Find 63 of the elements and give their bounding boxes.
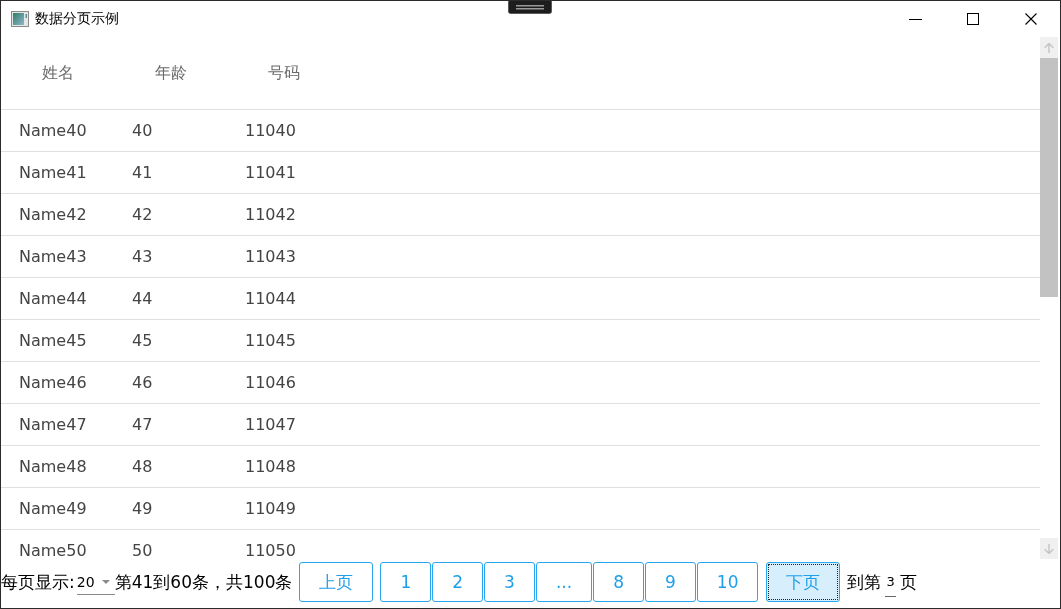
record-summary: 第41到60条，共100条 — [114, 571, 293, 593]
minimize-icon — [908, 18, 922, 20]
arrow-up-icon — [1044, 42, 1054, 53]
page-suffix-label: 页 — [899, 571, 917, 593]
page-number-button[interactable]: 8 — [593, 562, 644, 602]
maximize-icon — [967, 13, 979, 25]
page-number-button[interactable]: 2 — [432, 562, 484, 602]
age-cell: 49 — [132, 500, 153, 517]
number-cell: 11041 — [245, 164, 296, 181]
caret-icon — [101, 579, 110, 584]
handle-icon[interactable] — [508, 1, 552, 14]
page-number-button[interactable]: 10 — [696, 562, 759, 602]
scroll-up-button[interactable] — [1040, 37, 1058, 58]
name-cell: Name41 — [19, 164, 87, 181]
name-cell: Name40 — [19, 122, 87, 139]
number-cell: 11043 — [245, 248, 296, 265]
page-number-field[interactable]: 3 — [885, 567, 896, 597]
arrow-down-icon — [1044, 543, 1054, 554]
number-cell: 11048 — [245, 458, 296, 475]
close-icon — [1025, 13, 1037, 25]
column-header[interactable]: 姓名 — [41, 65, 74, 81]
page-number-button[interactable]: 3 — [484, 562, 535, 602]
scroll-down-button[interactable] — [1040, 538, 1058, 559]
age-cell: 46 — [132, 374, 153, 391]
number-cell: 11045 — [245, 332, 296, 349]
age-cell: 43 — [132, 248, 153, 265]
age-cell: 40 — [132, 122, 153, 139]
name-cell: Name48 — [19, 458, 87, 475]
page-number-button[interactable]: 1 — [380, 562, 432, 602]
app-window-icon — [11, 11, 29, 27]
number-cell: 11047 — [245, 416, 296, 433]
page-nav-button[interactable]: 上页 — [299, 562, 374, 602]
number-cell: 11050 — [245, 542, 296, 559]
name-cell: Name49 — [19, 500, 87, 517]
goto-label: 到第 — [847, 571, 882, 593]
window-title: 数据分页示例 — [35, 10, 119, 28]
name-cell: Name47 — [19, 416, 87, 433]
page-size-label: 每页显示: — [1, 571, 75, 593]
number-cell: 11044 — [245, 290, 296, 307]
age-cell: 50 — [132, 542, 153, 559]
name-cell: Name50 — [19, 542, 87, 559]
age-cell: 48 — [132, 458, 153, 475]
name-cell: Name46 — [19, 374, 87, 391]
more-pages-button[interactable]: ... — [535, 562, 593, 602]
name-cell: Name43 — [19, 248, 87, 265]
age-cell: 41 — [132, 164, 153, 181]
page-nav-button[interactable]: 下页 — [766, 562, 841, 602]
column-header[interactable]: 号码 — [267, 65, 300, 81]
number-cell: 11049 — [245, 500, 296, 517]
age-cell: 45 — [132, 332, 153, 349]
name-cell: Name42 — [19, 206, 87, 223]
name-cell: Name45 — [19, 332, 87, 349]
age-cell: 47 — [132, 416, 153, 433]
age-cell: 44 — [132, 290, 153, 307]
number-cell: 11040 — [245, 122, 296, 139]
number-cell: 11042 — [245, 206, 296, 223]
column-header[interactable]: 年龄 — [154, 65, 187, 81]
number-cell: 11046 — [245, 374, 296, 391]
name-cell: Name44 — [19, 290, 87, 307]
age-cell: 42 — [132, 206, 153, 223]
page-size-dropdown[interactable]: 20 — [76, 569, 115, 595]
page-number-button[interactable]: 9 — [645, 562, 696, 602]
scrollbar-thumb[interactable] — [1040, 58, 1058, 297]
